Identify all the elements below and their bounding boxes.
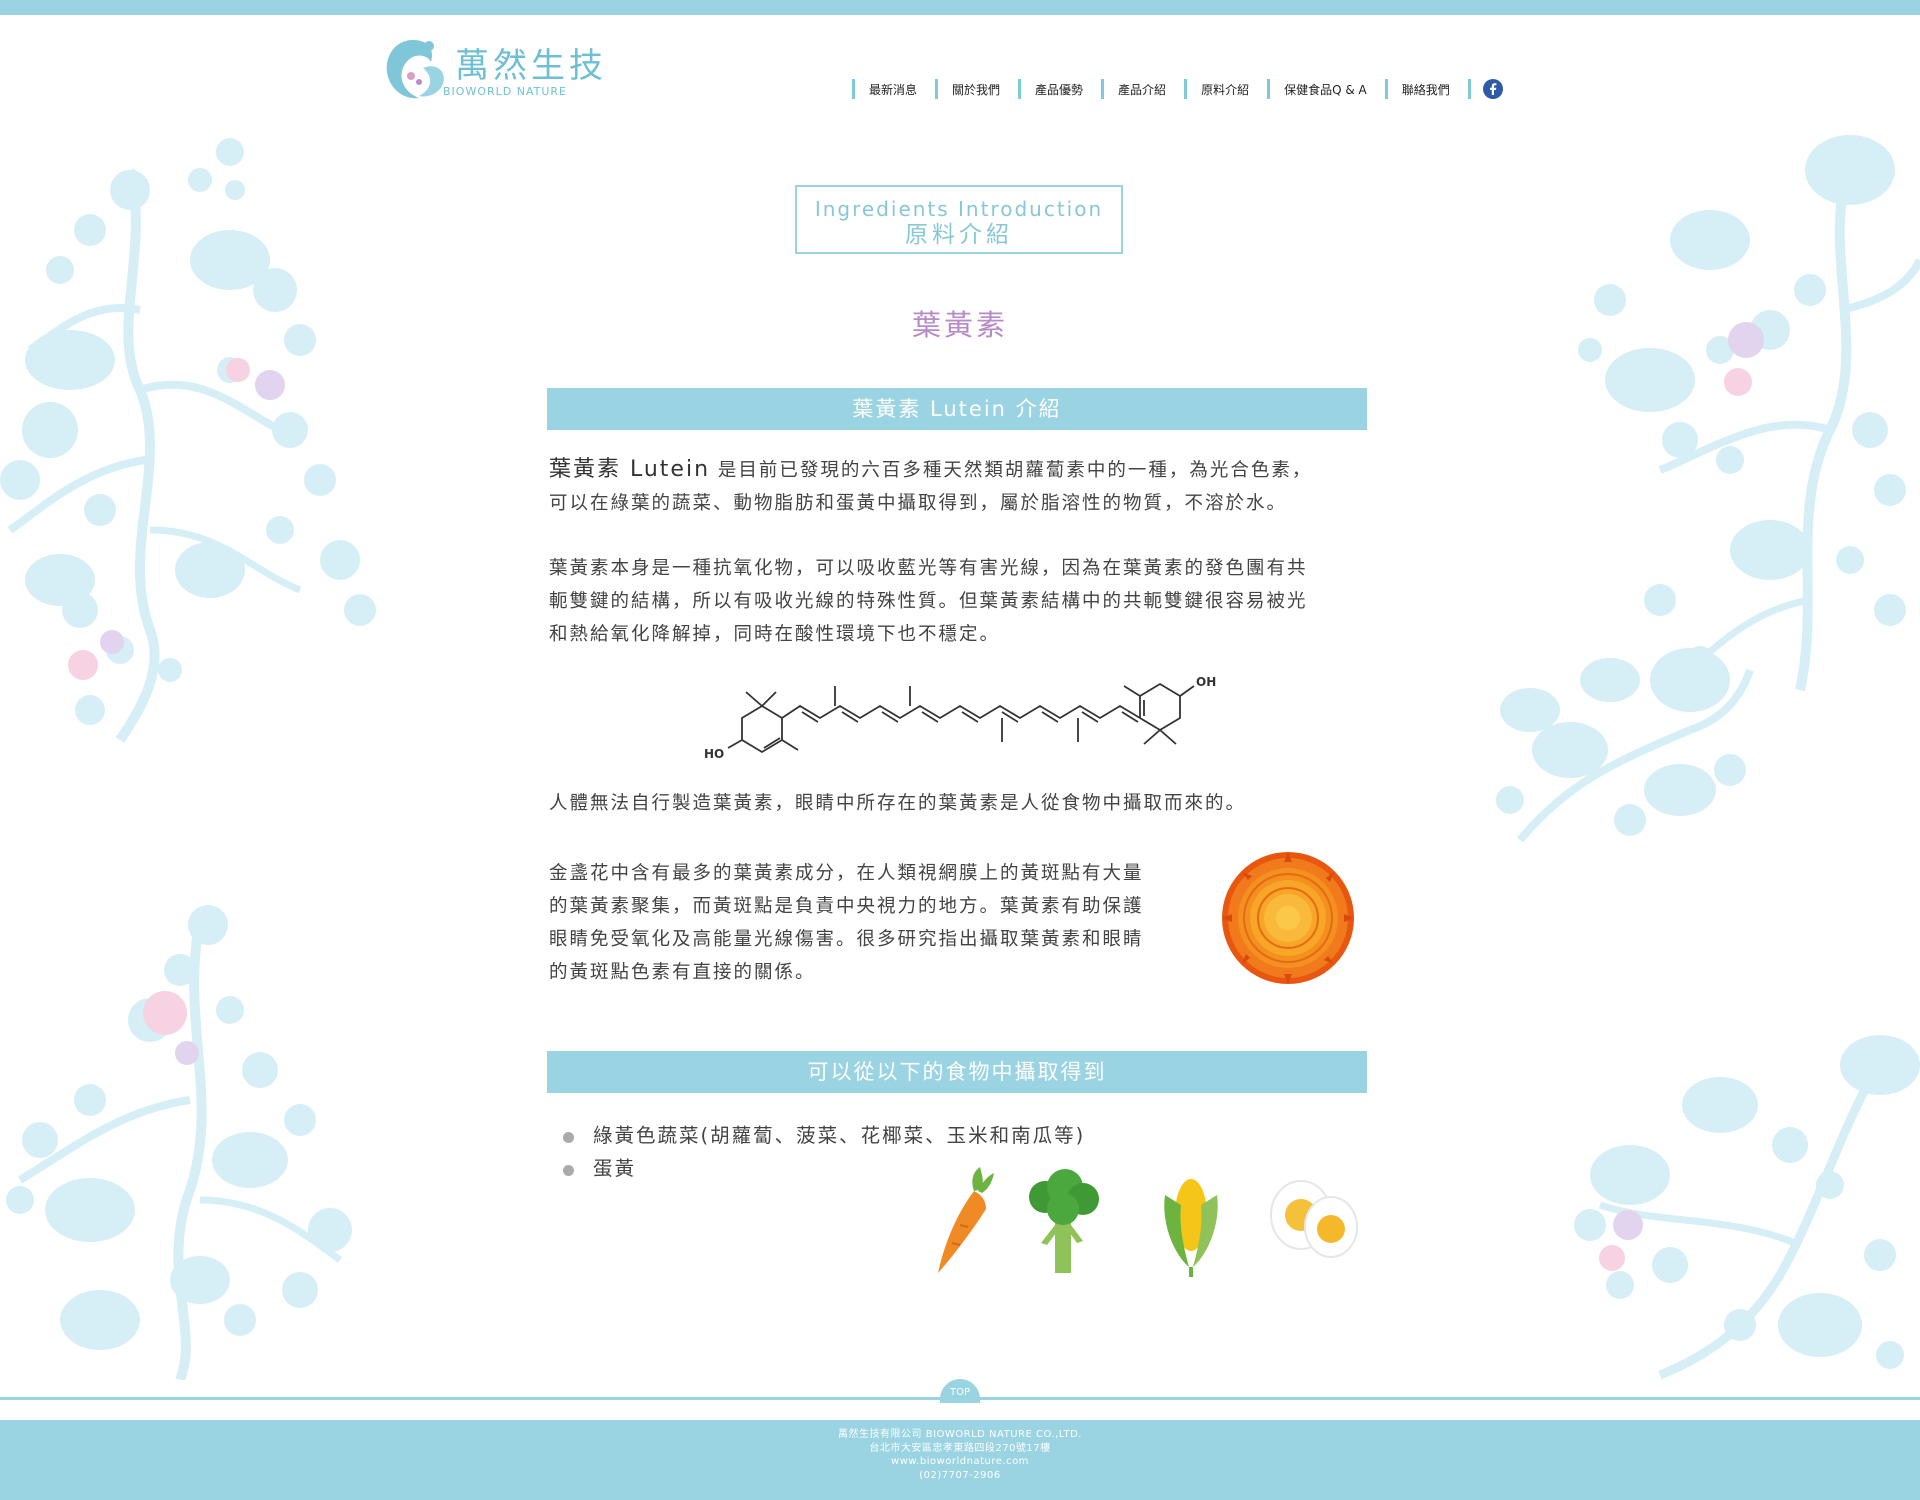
para2-line2: 軛雙鍵的結構，所以有吸收光線的特殊性質。但葉黃素結構中的共軛雙鍵很容易被光 bbox=[549, 591, 1308, 612]
nav-qa[interactable]: 保健食品Q & A bbox=[1267, 79, 1385, 99]
section-header-box: Ingredients Introduction 原料介紹 bbox=[795, 185, 1123, 254]
nav-news[interactable]: 最新消息 bbox=[852, 79, 935, 99]
section-title-zh: 原料介紹 bbox=[905, 222, 1013, 248]
floral-decoration-bottom-right bbox=[1574, 1035, 1920, 1380]
logo-mark-icon bbox=[386, 40, 444, 99]
marigold-paragraph: 金盞花中含有最多的葉黃素成分，在人類視網膜上的黃斑點有大量 的葉黃素聚集，而黃斑… bbox=[549, 857, 1169, 989]
para4-line2: 的葉黃素聚集，而黃斑點是負責中央視力的地方。葉黃素有助保護 bbox=[549, 896, 1144, 917]
broccoli-icon bbox=[1029, 1169, 1099, 1273]
list-item: 綠黃色蔬菜(胡蘿蔔、菠菜、花椰菜、玉米和南瓜等) bbox=[563, 1119, 1085, 1152]
para2-line3: 和熱給氧化降解掉，同時在酸性環境下也不穩定。 bbox=[549, 624, 1001, 645]
para4-line4: 的黃斑點色素有直接的關係。 bbox=[549, 962, 816, 983]
food-bar: 可以從以下的食物中攝取得到 bbox=[547, 1051, 1367, 1093]
floral-decoration-bottom-left bbox=[6, 905, 352, 1380]
footer-web[interactable]: www.bioworldnature.com bbox=[0, 1455, 1920, 1469]
intake-paragraph: 人體無法自行製造葉黃素，眼睛中所存在的葉黃素是人從食物中攝取而來的。 bbox=[549, 793, 1247, 814]
ho-label: HO bbox=[704, 747, 724, 761]
nav-contact[interactable]: 聯絡我們 bbox=[1384, 79, 1468, 99]
floral-decoration-top-left bbox=[0, 138, 376, 743]
footer-address: 台北市大安區忠孝東路四段270號17樓 bbox=[869, 1442, 1051, 1454]
nav-facebook[interactable] bbox=[1467, 79, 1503, 99]
footer-company: 萬然生技有限公司 BIOWORLD NATURE CO.,LTD. bbox=[838, 1429, 1082, 1440]
egg-icon bbox=[1270, 1180, 1358, 1258]
brand-sub: BIOWORLD NATURE bbox=[443, 85, 567, 98]
page-title: 葉黃素 bbox=[911, 308, 1008, 342]
top-strip bbox=[0, 0, 1920, 15]
para4-line3: 眼睛免受氧化及高能量光線傷害。很多研究指出攝取葉黃素和眼睛 bbox=[549, 929, 1144, 950]
intro-paragraph: 葉黃素 Lutein 是目前已發現的六百多種天然類胡蘿蔔素中的一種，為光合色素，… bbox=[549, 453, 1369, 520]
back-to-top-button[interactable]: TOP bbox=[940, 1379, 980, 1403]
para4-line1: 金盞花中含有最多的葉黃素成分，在人類視網膜上的黃斑點有大量 bbox=[549, 863, 1144, 884]
para1-line2: 可以在綠葉的蔬菜、動物脂肪和蛋黃中攝取得到，屬於脂溶性的物質，不溶於水。 bbox=[549, 493, 1288, 514]
lutein-molecule-diagram: OH HO bbox=[704, 675, 1216, 761]
floral-decoration-mid-right bbox=[1496, 648, 1754, 843]
marigold-flower-image bbox=[1222, 852, 1354, 984]
para1-line1: 是目前已發現的六百多種天然類胡蘿蔔素中的一種，為光合色素， bbox=[710, 460, 1313, 481]
nav-ingredients[interactable]: 原料介紹 bbox=[1184, 79, 1267, 99]
corn-icon bbox=[1164, 1179, 1218, 1277]
main-nav: 最新消息 關於我們 產品優勢 產品介紹 原料介紹 保健食品Q & A 聯絡我們 bbox=[852, 79, 1503, 99]
section-title-en: Ingredients Introduction bbox=[814, 197, 1104, 221]
nav-advantages[interactable]: 產品優勢 bbox=[1018, 79, 1101, 99]
footer-phone: (02)7707-2906 bbox=[919, 1469, 1001, 1481]
lead-term: 葉黃素 Lutein bbox=[549, 457, 711, 482]
nav-about[interactable]: 關於我們 bbox=[935, 79, 1018, 99]
structure-paragraph: 葉黃素本身是一種抗氧化物，可以吸收藍光等有害光線，因為在葉黃素的發色團有共 軛雙… bbox=[549, 552, 1369, 651]
footer: 萬然生技有限公司 BIOWORLD NATURE CO.,LTD. 台北市大安區… bbox=[0, 1420, 1920, 1500]
food-icons bbox=[938, 1167, 1358, 1277]
oh-label: OH bbox=[1196, 675, 1216, 689]
para2-line1: 葉黃素本身是一種抗氧化物，可以吸收藍光等有害光線，因為在葉黃素的發色團有共 bbox=[549, 558, 1308, 579]
carrot-icon bbox=[938, 1167, 994, 1273]
facebook-icon[interactable] bbox=[1482, 79, 1503, 99]
nav-products[interactable]: 產品介紹 bbox=[1101, 79, 1184, 99]
intro-bar: 葉黃素 Lutein 介紹 bbox=[547, 388, 1367, 430]
brand-name: 萬然生技 bbox=[455, 46, 607, 86]
brand-logo[interactable]: 萬然生技 BIOWORLD NATURE bbox=[383, 30, 603, 102]
